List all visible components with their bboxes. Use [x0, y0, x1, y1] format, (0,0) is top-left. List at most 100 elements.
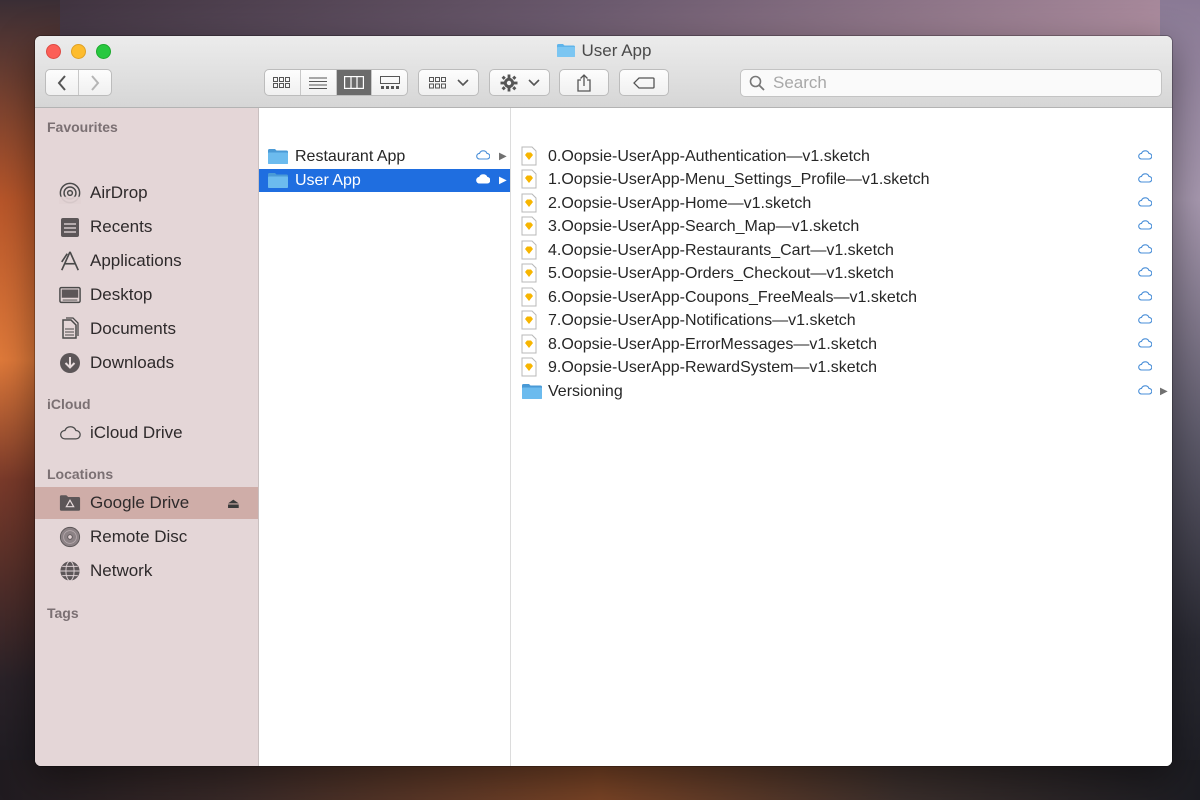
forward-button[interactable] [78, 70, 111, 95]
icon-view-button[interactable] [265, 70, 300, 95]
sidebar-item-label: Remote Disc [90, 527, 188, 546]
finder-window: User App Search Favourites AirDrop Recen… [35, 36, 1172, 766]
cloud-icon [1138, 173, 1152, 183]
grid-icon [273, 76, 291, 88]
sidebar-item-documents[interactable]: Documents [35, 313, 258, 345]
folder-icon [268, 173, 288, 188]
chevron-right-icon [91, 74, 100, 91]
applications-icon [59, 250, 81, 272]
window-title-text: User App [581, 41, 652, 60]
cloud-icon [1138, 361, 1152, 371]
cloud-icon [1138, 267, 1152, 277]
cloud-icon [476, 150, 490, 160]
sidebar-item-label: Recents [90, 217, 153, 236]
share-icon [577, 73, 591, 92]
sidebar-heading-icloud: iCloud [47, 396, 91, 412]
file-label: 7.Oopsie-UserApp-Notifications—v1.sketch [548, 311, 856, 329]
downloads-icon [59, 352, 81, 374]
gear-icon [500, 74, 517, 91]
folder-icon [522, 384, 542, 399]
airdrop-icon [59, 182, 81, 204]
cloud-icon [1138, 220, 1152, 230]
sidebar-item-label: Network [90, 561, 153, 580]
action-button[interactable] [489, 69, 550, 96]
disclosure-arrow-icon: ▶ [499, 151, 507, 162]
search-input[interactable] [771, 72, 1155, 94]
tag-button[interactable] [619, 69, 669, 96]
search-icon [749, 75, 765, 91]
file-label: 0.Oopsie-UserApp-Authentication—v1.sketc… [548, 147, 870, 165]
arrange-button[interactable] [418, 69, 479, 96]
folder-label: User App [295, 171, 361, 189]
list-icon [309, 77, 328, 89]
chevron-down-icon [456, 78, 469, 86]
sketch-file-icon [521, 193, 537, 213]
sidebar-item-label: iCloud Drive [90, 423, 183, 442]
cloud-icon [1138, 338, 1152, 348]
sidebar-item-recents[interactable]: Recents [35, 211, 258, 243]
sidebar-item-google-drive[interactable]: Google Drive ⏏ [35, 487, 258, 519]
share-button[interactable] [559, 69, 609, 96]
browser-column-2: 0.Oopsie-UserApp-Authentication—v1.sketc… [511, 108, 1172, 766]
file-row[interactable]: 2.Oopsie-UserApp-Home—v1.sketch [511, 192, 1172, 215]
sketch-file-icon [521, 287, 537, 307]
cloud-icon [476, 174, 490, 184]
sidebar-heading-locations: Locations [47, 466, 114, 482]
file-label: 2.Oopsie-UserApp-Home—v1.sketch [548, 194, 812, 212]
gallery-icon [379, 76, 400, 89]
file-row[interactable]: 7.Oopsie-UserApp-Notifications—v1.sketch [511, 309, 1172, 332]
cloud-icon [1138, 244, 1152, 254]
desktop-wallpaper-bottom [0, 760, 1200, 800]
cloud-icon [1138, 291, 1152, 301]
network-icon [59, 560, 81, 582]
file-row[interactable]: 9.Oopsie-UserApp-RewardSystem—v1.sketch [511, 356, 1172, 379]
chevron-down-icon [527, 78, 540, 86]
cloud-icon [1138, 197, 1152, 207]
sidebar-heading-favourites: Favourites [47, 119, 118, 135]
eject-icon[interactable]: ⏏ [227, 495, 240, 512]
sidebar-item-downloads[interactable]: Downloads [35, 347, 258, 379]
file-row[interactable]: 4.Oopsie-UserApp-Restaurants_Cart—v1.ske… [511, 239, 1172, 262]
sidebar-item-desktop[interactable]: Desktop [35, 279, 258, 311]
sidebar-item-airdrop[interactable]: AirDrop [35, 177, 258, 209]
file-label: 6.Oopsie-UserApp-Coupons_FreeMeals—v1.sk… [548, 288, 918, 306]
folder-row-user-app[interactable]: User App ▶ [259, 169, 510, 192]
columns-icon [343, 76, 364, 89]
file-row[interactable]: 6.Oopsie-UserApp-Coupons_FreeMeals—v1.sk… [511, 286, 1172, 309]
sidebar-item-applications[interactable]: Applications [35, 245, 258, 277]
cloud-icon [1138, 314, 1152, 324]
folder-label: Restaurant App [295, 147, 406, 165]
search-field[interactable] [740, 69, 1162, 97]
sidebar-item-remote-disc[interactable]: Remote Disc [35, 521, 258, 553]
recents-icon [59, 216, 81, 238]
sidebar-item-icloud-drive[interactable]: iCloud Drive [35, 417, 258, 449]
file-row[interactable]: 8.Oopsie-UserApp-ErrorMessages—v1.sketch [511, 333, 1172, 356]
sidebar-item-network[interactable]: Network [35, 555, 258, 587]
google-drive-icon [59, 492, 81, 514]
sketch-file-icon [521, 334, 537, 354]
folder-row-versioning[interactable]: Versioning ▶ [511, 380, 1172, 403]
sidebar-item-label: Applications [90, 251, 182, 270]
column-view-button[interactable] [335, 70, 372, 95]
disclosure-arrow-icon: ▶ [499, 175, 507, 186]
file-row[interactable]: 5.Oopsie-UserApp-Orders_Checkout—v1.sket… [511, 262, 1172, 285]
browser-column-1: Restaurant App ▶ User App ▶ [259, 108, 511, 766]
file-row[interactable]: 3.Oopsie-UserApp-Search_Map—v1.sketch [511, 215, 1172, 238]
cloud-icon [1138, 150, 1152, 160]
sidebar-item-label: AirDrop [90, 183, 148, 202]
arrange-icon [428, 76, 446, 88]
list-view-button[interactable] [299, 70, 336, 95]
tag-icon [633, 76, 655, 89]
nav-buttons [45, 69, 112, 96]
folder-row-restaurant-app[interactable]: Restaurant App ▶ [259, 145, 510, 168]
sidebar-item-label: Google Drive [90, 493, 190, 512]
file-row[interactable]: 0.Oopsie-UserApp-Authentication—v1.sketc… [511, 145, 1172, 168]
file-label: 3.Oopsie-UserApp-Search_Map—v1.sketch [548, 217, 860, 235]
file-row[interactable]: 1.Oopsie-UserApp-Menu_Settings_Profile—v… [511, 168, 1172, 191]
sidebar: Favourites AirDrop Recents Applications … [35, 108, 259, 766]
desktop-icon [59, 284, 81, 306]
sidebar-item-label: Documents [90, 319, 176, 338]
toolbar: User App [35, 36, 1172, 108]
gallery-view-button[interactable] [371, 70, 407, 95]
back-button[interactable] [46, 70, 78, 95]
